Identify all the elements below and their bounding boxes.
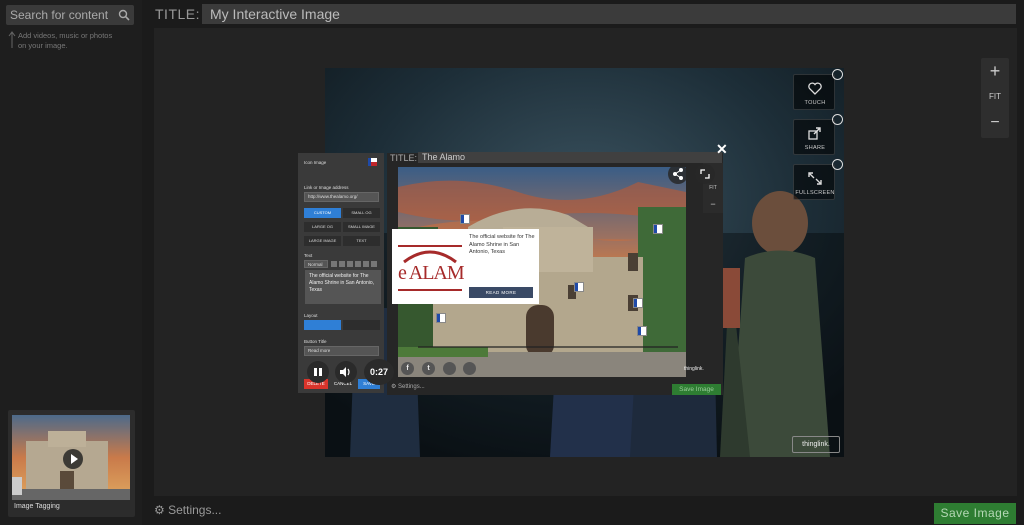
save-image-button[interactable]: Save Image xyxy=(934,503,1016,524)
tag-marker-icon[interactable] xyxy=(633,298,643,308)
text-editor-area[interactable]: The official website for The Alamo Shrin… xyxy=(305,270,381,304)
format-select[interactable]: Normal xyxy=(304,260,328,268)
tag-marker-icon[interactable] xyxy=(653,224,663,234)
alamo-logo: e ALAM xyxy=(396,238,464,296)
time-display: 0:27 xyxy=(364,359,394,385)
left-sidebar: Add videos, music or photos on your imag… xyxy=(0,0,142,525)
volume-icon xyxy=(340,367,350,377)
gear-icon: ⚙ xyxy=(391,384,399,390)
size-large-og-button[interactable]: LARGE OG xyxy=(304,222,341,232)
link-label: Link or Image address xyxy=(304,185,349,190)
thumbnail-image[interactable] xyxy=(12,415,130,500)
tag-marker-icon[interactable] xyxy=(460,214,470,224)
fullscreen-button[interactable]: FULLSCREEN xyxy=(793,164,835,200)
fullscreen-icon[interactable] xyxy=(695,164,715,184)
size-large-image-button[interactable]: LARGE IMAGE xyxy=(304,236,341,246)
size-small-og-button[interactable]: SMALL OG xyxy=(343,208,380,218)
gear-icon: ⚙ xyxy=(154,503,169,517)
size-text-button[interactable]: TEXT xyxy=(343,236,380,246)
close-icon[interactable]: ✕ xyxy=(716,141,728,158)
zoom-fit-button[interactable]: FIT xyxy=(981,84,1009,110)
pause-icon xyxy=(314,368,317,376)
print-icon[interactable] xyxy=(443,362,456,375)
share-icon xyxy=(808,127,821,140)
link-input[interactable]: http://www.thealamo.org/ xyxy=(304,192,379,202)
link-icon[interactable] xyxy=(347,261,353,267)
search-box xyxy=(6,5,134,25)
settings-link[interactable]: ⚙ Settings... xyxy=(154,503,221,517)
search-input[interactable] xyxy=(6,5,114,25)
italic-icon[interactable] xyxy=(339,261,345,267)
play-icon[interactable] xyxy=(63,449,83,469)
list-icon[interactable] xyxy=(355,261,361,267)
sidebar-hint: Add videos, music or photos on your imag… xyxy=(18,31,113,50)
title-input[interactable] xyxy=(202,4,1016,24)
tag-marker-icon[interactable] xyxy=(637,326,647,336)
heart-icon xyxy=(808,82,822,95)
thumbnail-label: Image Tagging xyxy=(14,503,60,510)
inner-settings-link[interactable]: ⚙ Settings... xyxy=(391,383,425,390)
zoom-out-button[interactable]: − xyxy=(981,110,1009,136)
tag-marker-icon[interactable] xyxy=(574,282,584,292)
inner-fit-button[interactable]: FIT xyxy=(703,185,723,191)
icon-image-label: Icon Image xyxy=(304,160,327,165)
text-label: Text xyxy=(304,253,313,258)
share-button[interactable]: SHARE xyxy=(793,119,835,155)
layout-left-button[interactable] xyxy=(304,320,341,330)
zoom-controls: + FIT − xyxy=(981,58,1009,138)
app-window: Add videos, music or photos on your imag… xyxy=(0,0,1024,525)
thinglink-logo: thinglink. xyxy=(792,436,840,453)
close-icon[interactable] xyxy=(832,114,843,125)
pause-button[interactable] xyxy=(307,361,329,383)
arrow-up-icon xyxy=(8,31,16,48)
touch-button[interactable]: TOUCH xyxy=(793,74,835,110)
volume-button[interactable] xyxy=(335,361,357,383)
button-title-label: Button Title xyxy=(304,339,327,344)
flag-icon[interactable] xyxy=(368,158,377,166)
zoom-in-button[interactable]: + xyxy=(981,58,1009,84)
layout-right-button[interactable] xyxy=(343,320,380,330)
thumbnail-card[interactable]: Image Tagging xyxy=(8,410,135,517)
size-small-image-button[interactable]: SMALL IMAGE xyxy=(343,222,380,232)
fullscreen-icon xyxy=(808,172,822,185)
inner-title-label: TITLE: xyxy=(390,153,418,163)
clear-format-icon[interactable] xyxy=(371,261,377,267)
alamo-logo-text: e ALAM xyxy=(398,262,464,284)
layout-label: Layout xyxy=(304,313,318,318)
bold-icon[interactable] xyxy=(331,261,337,267)
share-icon[interactable] xyxy=(668,164,688,184)
button-title-input[interactable]: Read more xyxy=(304,346,379,356)
inner-zoom-out-button[interactable]: − xyxy=(703,199,723,209)
search-icon[interactable] xyxy=(118,9,130,21)
facebook-icon[interactable]: f xyxy=(401,362,414,375)
popup-text: The official website for The Alamo Shrin… xyxy=(469,234,535,255)
close-icon[interactable] xyxy=(832,69,843,80)
inner-save-button[interactable]: Save Image xyxy=(672,384,721,395)
tumblr-icon[interactable]: t xyxy=(422,362,435,375)
size-custom-button[interactable]: CUSTOM xyxy=(304,208,341,218)
text-toolbar xyxy=(331,261,379,268)
close-icon[interactable] xyxy=(832,159,843,170)
numbered-list-icon[interactable] xyxy=(363,261,369,267)
inner-watermark: thinglink. xyxy=(684,366,704,372)
email-icon[interactable] xyxy=(463,362,476,375)
tag-marker-icon[interactable] xyxy=(436,313,446,323)
title-label: TITLE: xyxy=(155,6,201,22)
inner-title-input[interactable]: The Alamo xyxy=(418,152,722,163)
read-more-button[interactable]: READ MORE xyxy=(469,287,533,298)
